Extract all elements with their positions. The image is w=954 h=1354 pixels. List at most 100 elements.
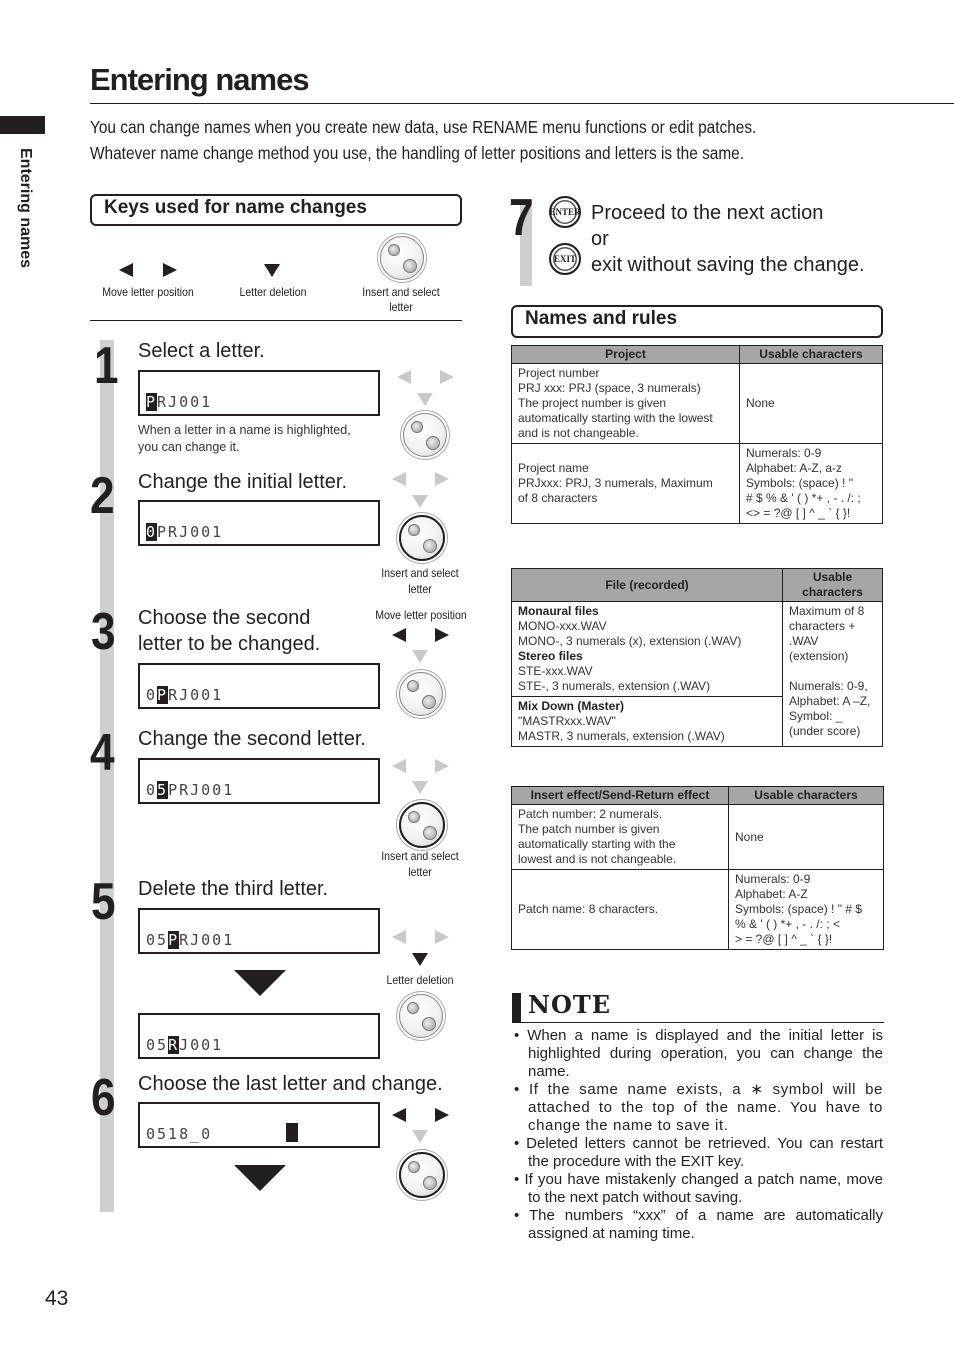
- lcd-display: 0PRJ001: [138, 663, 380, 709]
- key-label-move: Move letter position: [102, 285, 194, 299]
- table-cell: Maximum of 8 characters + .WAV (extension) N…: [782, 601, 883, 747]
- left-arrow-icon: [392, 930, 406, 944]
- step-number: 2: [90, 467, 115, 525]
- column-header: Insert effect/Send-Return effect: [511, 786, 729, 805]
- dial-icon: [403, 413, 447, 457]
- table-cell: Numerals: 0-9 Alphabet: A-Z Symbols: (spac…: [728, 869, 884, 950]
- key-left-arrow-icon: [119, 263, 133, 277]
- down-arrow-icon: [412, 495, 428, 508]
- result-arrow-icon: [234, 970, 286, 996]
- dial-caption: Insert and select letter: [381, 566, 459, 596]
- dial-icon: [399, 672, 443, 716]
- table-cell: Monaural files MONO-xxx.WAV MONO-, 3 nume…: [511, 601, 783, 697]
- lcd-display-result: 05RJ001: [138, 1013, 380, 1059]
- exit-key-icon: EXIT: [549, 243, 581, 275]
- column-header: File (recorded): [511, 568, 783, 602]
- key-label-dial: Insert and select letter: [362, 285, 440, 314]
- file-table: File (recorded) Usable characters Monaur…: [511, 568, 883, 747]
- intro-line-1: You can change names when you create new…: [90, 117, 757, 137]
- note-list: • When a name is displayed and the initi…: [510, 1027, 883, 1243]
- step-title: Change the second letter.: [138, 728, 366, 750]
- right-arrow-icon: [440, 370, 454, 384]
- table-cell: Project number PRJ xxx: PRJ (space, 3 num…: [511, 363, 740, 444]
- dial-icon: [380, 236, 424, 280]
- key-label-delete: Letter deletion: [239, 285, 307, 299]
- table-cell: Mix Down (Master) "MASTRxxx.WAV" MASTR, 3…: [511, 696, 783, 747]
- left-arrow-icon-active: [392, 1108, 406, 1122]
- cursor-block: [286, 1123, 298, 1142]
- enter-key-icon: ENTER: [549, 196, 581, 228]
- intro-text: You can change names when you create new…: [90, 114, 820, 166]
- highlighted-letter: P: [146, 393, 158, 411]
- right-arrow-icon-active: [435, 628, 449, 642]
- left-arrow-icon: [392, 759, 406, 773]
- column-header: Usable characters: [739, 345, 883, 364]
- table-row: Monaural files MONO-xxx.WAV MONO-, 3 nume…: [511, 601, 883, 747]
- highlighted-letter: P: [157, 686, 169, 704]
- highlighted-letter: P: [168, 931, 180, 949]
- title-divider: [90, 103, 954, 104]
- step-number: 7: [509, 189, 534, 247]
- note-marker: [512, 993, 521, 1022]
- note-item: • If you have mistakenly changed a patch…: [514, 1171, 883, 1206]
- right-arrow-icon: [435, 930, 449, 944]
- table-cell: None: [728, 804, 884, 870]
- step-title: Select a letter.: [138, 340, 265, 362]
- table-cell: Patch number: 2 numerals. The patch numbe…: [511, 804, 729, 870]
- table-row: Patch name: 8 characters. Numerals: 0-9 A…: [511, 869, 884, 950]
- table-cell: Numerals: 0-9 Alphabet: A-Z, a-z Symbols: …: [739, 443, 883, 524]
- right-arrow-icon: [435, 759, 449, 773]
- dial-icon-active: [399, 515, 445, 561]
- down-arrow-icon-active: [412, 953, 428, 966]
- keys-divider: [90, 320, 462, 321]
- names-rules-heading: Names and rules: [511, 305, 883, 338]
- section-tab-marker: [0, 116, 45, 134]
- note-item: • The numbers “xxx” of a name are automa…: [514, 1207, 883, 1242]
- note-divider: [512, 1022, 884, 1023]
- delete-caption: Letter deletion: [386, 973, 454, 987]
- dial-icon: [399, 994, 443, 1038]
- table-row: Project name PRJxxx: PRJ, 3 numerals, Max…: [511, 443, 883, 524]
- step-number: 6: [91, 1069, 116, 1127]
- page-title: Entering names: [90, 62, 310, 97]
- project-table: Project Usable characters Project number…: [511, 345, 883, 524]
- table-cell: Project name PRJxxx: PRJ, 3 numerals, Max…: [511, 443, 740, 524]
- lcd-display: 05PRJ001: [138, 758, 380, 804]
- dial-icon-active: [399, 802, 445, 848]
- side-section-label: Entering names: [17, 148, 34, 269]
- effect-table: Insert effect/Send-Return effect Usable …: [511, 786, 884, 950]
- left-arrow-icon-active: [392, 628, 406, 642]
- step-note: When a letter in a name is highlighted, …: [138, 423, 351, 454]
- page-number: 43: [45, 1287, 69, 1310]
- step-number: 3: [91, 603, 116, 661]
- step7-text: Proceed to the next action or exit witho…: [591, 202, 865, 276]
- result-arrow-icon: [234, 1165, 286, 1191]
- key-right-arrow-icon: [163, 263, 177, 277]
- lcd-display: 0PRJ001: [138, 500, 380, 546]
- table-row: Patch number: 2 numerals. The patch numbe…: [511, 804, 884, 870]
- down-arrow-icon: [412, 781, 428, 794]
- move-caption: Move letter position: [375, 608, 467, 622]
- right-arrow-icon: [435, 472, 449, 486]
- highlighted-letter: 5: [157, 781, 169, 799]
- highlighted-letter: 0: [146, 523, 158, 541]
- step-title: Delete the third letter.: [138, 878, 329, 900]
- note-title: NOTE: [528, 990, 611, 1019]
- column-header: Usable characters: [728, 786, 884, 805]
- lcd-display: 0518_0: [138, 1102, 380, 1148]
- lcd-display: 05PRJ001: [138, 908, 380, 954]
- step-title: Choose the last letter and change.: [138, 1073, 443, 1095]
- down-arrow-icon: [412, 650, 428, 663]
- column-header: Project: [511, 345, 740, 364]
- step-number: 4: [90, 724, 115, 782]
- note-item: • If the same name exists, a ∗ symbol wi…: [514, 1081, 883, 1134]
- table-cell: None: [739, 363, 883, 444]
- step-title: Choose the second letter to be changed.: [138, 607, 321, 655]
- column-header: Usable characters: [782, 568, 883, 602]
- table-row: Project number PRJ xxx: PRJ (space, 3 num…: [511, 363, 883, 444]
- dial-icon-active: [399, 1152, 445, 1198]
- down-arrow-icon: [412, 1130, 428, 1143]
- left-arrow-icon: [392, 472, 406, 486]
- step-number: 5: [91, 873, 116, 931]
- intro-line-2: Whatever name change method you use, the…: [90, 143, 745, 163]
